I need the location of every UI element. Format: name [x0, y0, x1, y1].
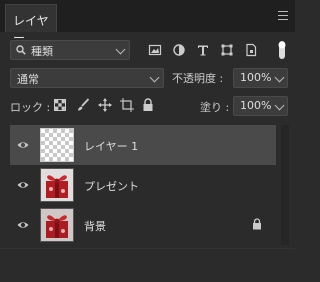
fill-label: 塗り : — [200, 101, 230, 114]
layer-name: 背景 — [84, 220, 106, 233]
visibility-eye-icon[interactable] — [17, 139, 29, 151]
panel-menu-icon[interactable] — [278, 11, 288, 20]
filter-adjustment-icon[interactable] — [172, 43, 186, 57]
fill-value: 100% — [240, 99, 272, 112]
filter-smart-object-icon[interactable] — [244, 43, 258, 57]
opacity-label: 不透明度 : — [172, 72, 224, 85]
search-icon — [16, 45, 26, 55]
chevron-down-icon — [274, 72, 285, 83]
lock-artboard-icon[interactable] — [120, 98, 134, 112]
layer-thumbnail — [40, 168, 74, 202]
layer-name: プレゼント — [84, 180, 139, 193]
visibility-eye-icon[interactable] — [17, 219, 29, 231]
lock-label: ロック : — [10, 101, 51, 114]
gift-image — [41, 169, 73, 201]
tab-layers[interactable]: レイヤー — [5, 4, 57, 45]
layer-thumbnail — [40, 128, 74, 162]
gift-image — [41, 209, 73, 241]
opacity-field[interactable]: 100% — [233, 68, 288, 88]
filter-type-icon[interactable] — [196, 43, 210, 57]
fill-field[interactable]: 100% — [233, 96, 288, 116]
filter-pixel-icon[interactable] — [148, 43, 162, 57]
panel-tab-bar: レイヤー — [0, 0, 295, 45]
filter-label: 種類 — [31, 45, 53, 58]
opacity-value: 100% — [240, 71, 272, 84]
chevron-down-icon — [274, 100, 285, 111]
layer-lock-icon[interactable] — [252, 218, 262, 230]
layer-name: レイヤー 1 — [84, 140, 139, 153]
layer-row[interactable]: レイヤー 1 — [10, 125, 276, 165]
visibility-eye-icon[interactable] — [17, 179, 29, 191]
layer-filter-select[interactable]: 種類 — [10, 40, 130, 60]
layer-row[interactable]: プレゼント — [10, 165, 276, 205]
layers-panel: レイヤー 種類 通常 不透明度 : 100% ロック: 塗り: 100% レ… — [0, 0, 295, 282]
lock-image-pixels-icon[interactable] — [76, 98, 90, 112]
filter-toggle-icon[interactable] — [276, 39, 288, 61]
panel-footer — [0, 248, 295, 282]
chevron-down-icon — [149, 72, 160, 83]
layer-list: レイヤー 1 プレゼント 背景 — [10, 125, 276, 245]
lock-position-icon[interactable] — [98, 98, 112, 112]
filter-shape-icon[interactable] — [220, 43, 234, 57]
layer-list-scrollbar[interactable] — [281, 125, 289, 245]
lock-transparent-pixels-icon[interactable] — [54, 99, 66, 111]
layer-row[interactable]: 背景 — [10, 205, 276, 245]
blend-mode-value: 通常 — [17, 73, 39, 86]
blend-mode-select[interactable]: 通常 — [10, 68, 164, 88]
layer-thumbnail — [40, 208, 74, 242]
lock-all-icon[interactable] — [142, 98, 154, 112]
chevron-down-icon — [115, 44, 126, 55]
